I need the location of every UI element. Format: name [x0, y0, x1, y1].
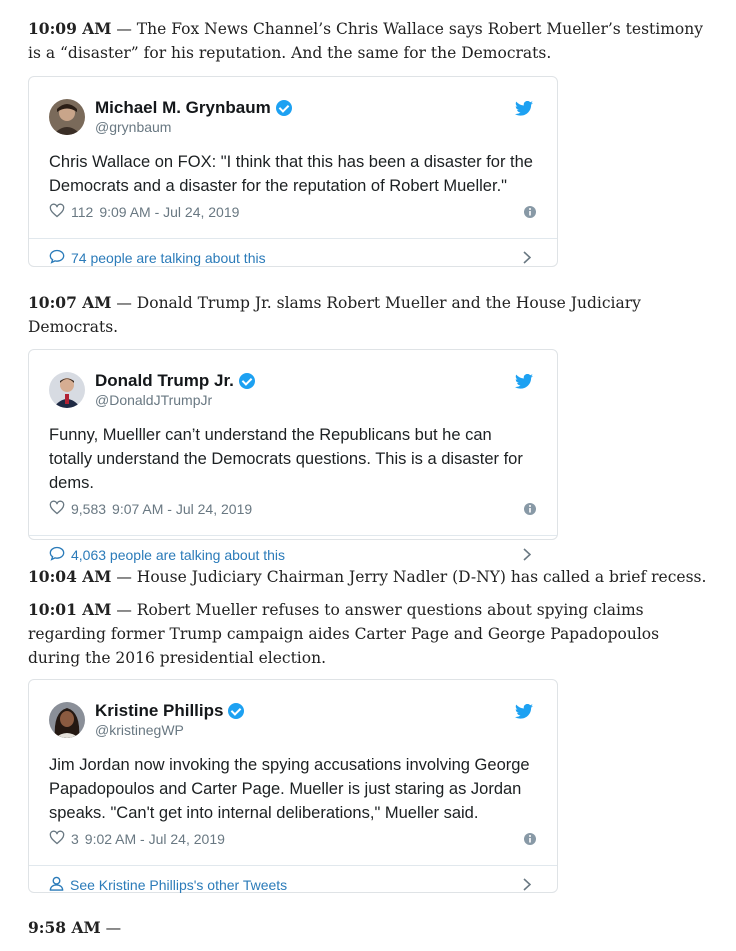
info-icon[interactable] [523, 832, 537, 849]
footer-text: See Kristine Phillips's other Tweets [70, 877, 288, 893]
author-handle[interactable]: @grynbaum [95, 119, 171, 135]
update-entry: 10:01 AM — Robert Mueller refuses to ans… [28, 598, 708, 670]
author-name: Donald Trump Jr. [95, 371, 234, 390]
twitter-bird-icon[interactable] [515, 703, 533, 724]
update-entry: 9:58 AM — [28, 916, 708, 940]
tweet-footer-link[interactable]: 74 people are talking about this [29, 238, 557, 277]
update-text: — Donald Trump Jr. slams Robert Mueller … [28, 294, 641, 336]
author-name: Kristine Phillips [95, 701, 224, 720]
heart-icon[interactable] [49, 203, 65, 221]
tweet-author[interactable]: Donald Trump Jr. [95, 371, 255, 391]
like-count[interactable]: 9,583 [71, 501, 106, 517]
footer-text: 4,063 people are talking about this [71, 547, 286, 563]
update-text: — [100, 919, 122, 937]
tweet-text: Funny, Muelller can’t understand the Rep… [49, 426, 523, 492]
author-handle[interactable]: @DonaldJTrumpJr [95, 392, 212, 408]
tweet-header: Donald Trump Jr. @DonaldJTrumpJr [29, 350, 557, 408]
comment-icon [49, 546, 65, 564]
embedded-tweet[interactable]: Donald Trump Jr. @DonaldJTrumpJr Funny, … [28, 349, 558, 563]
tweet-text: Jim Jordan now invoking the spying accus… [49, 756, 530, 822]
avatar[interactable] [49, 372, 85, 408]
footer-text: 74 people are talking about this [71, 250, 266, 266]
like-count[interactable]: 3 [71, 831, 79, 847]
verified-badge-icon [275, 100, 292, 116]
chevron-right-icon [523, 548, 532, 564]
update-time: 10:01 AM [28, 600, 112, 619]
tweet-meta: 3 9:02 AM - Jul 24, 2019 [49, 827, 537, 851]
tweet-header: Michael M. Grynbaum @grynbaum [29, 77, 557, 135]
update-text: — House Judiciary Chairman Jerry Nadler … [111, 568, 707, 586]
author-name: Michael M. Grynbaum [95, 98, 271, 117]
chevron-right-icon [523, 251, 532, 267]
live-blog: 10:09 AM — The Fox News Channel’s Chris … [0, 0, 736, 951]
tweet-header: Kristine Phillips @kristinegWP [29, 680, 557, 738]
update-entry: 10:04 AM — House Judiciary Chairman Jerr… [28, 565, 708, 589]
info-icon[interactable] [523, 205, 537, 222]
heart-icon[interactable] [49, 830, 65, 848]
tweet-timestamp[interactable]: 9:09 AM - Jul 24, 2019 [99, 204, 239, 220]
embedded-tweet[interactable]: Kristine Phillips @kristinegWP Jim Jorda… [28, 679, 558, 893]
tweet-author[interactable]: Michael M. Grynbaum [95, 98, 292, 118]
tweet-author[interactable]: Kristine Phillips [95, 701, 245, 721]
info-icon[interactable] [523, 502, 537, 519]
update-time: 9:58 AM [28, 918, 101, 937]
update-entry: 10:07 AM — Donald Trump Jr. slams Robert… [28, 291, 708, 339]
update-text: — Robert Mueller refuses to answer quest… [28, 601, 660, 667]
embedded-tweet[interactable]: Michael M. Grynbaum @grynbaum Chris Wall… [28, 76, 558, 267]
author-handle[interactable]: @kristinegWP [95, 722, 184, 738]
twitter-bird-icon[interactable] [515, 373, 533, 394]
tweet-meta: 9,583 9:07 AM - Jul 24, 2019 [49, 497, 537, 521]
tweet-timestamp[interactable]: 9:07 AM - Jul 24, 2019 [112, 501, 252, 517]
comment-icon [49, 249, 65, 267]
avatar[interactable] [49, 702, 85, 738]
tweet-timestamp[interactable]: 9:02 AM - Jul 24, 2019 [85, 831, 225, 847]
tweet-footer-link[interactable]: See Kristine Phillips's other Tweets [29, 865, 557, 904]
update-time: 10:07 AM [28, 293, 112, 312]
heart-icon[interactable] [49, 500, 65, 518]
person-icon [49, 876, 64, 894]
tweet-text: Chris Wallace on FOX: "I think that this… [49, 153, 533, 195]
tweet-meta: 112 9:09 AM - Jul 24, 2019 [49, 200, 537, 224]
verified-badge-icon [228, 703, 245, 719]
chevron-right-icon [523, 878, 532, 894]
update-entry: 10:09 AM — The Fox News Channel’s Chris … [28, 17, 708, 65]
update-time: 10:09 AM [28, 19, 112, 38]
verified-badge-icon [238, 373, 255, 389]
avatar[interactable] [49, 99, 85, 135]
like-count[interactable]: 112 [71, 204, 93, 220]
update-time: 10:04 AM [28, 567, 112, 586]
twitter-bird-icon[interactable] [515, 100, 533, 121]
update-text: — The Fox News Channel’s Chris Wallace s… [28, 20, 703, 62]
